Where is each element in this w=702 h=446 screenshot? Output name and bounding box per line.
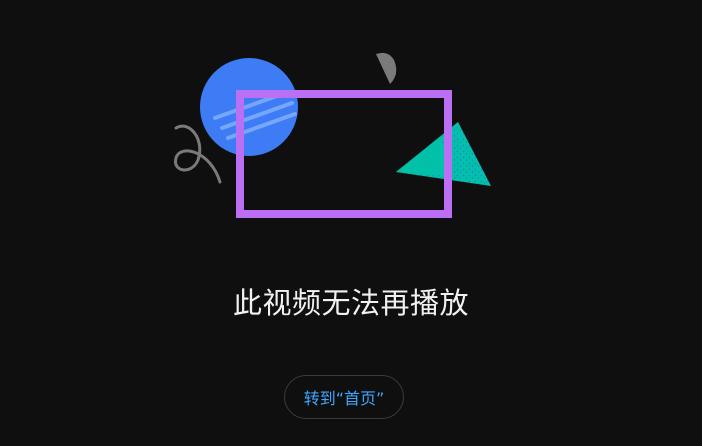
gray-half-circle-shape <box>376 52 397 84</box>
error-message: 此视频无法再播放 <box>232 286 469 320</box>
error-page: 此视频无法再播放 转到“首页” <box>0 0 702 446</box>
unavailable-video-illustration <box>174 52 491 218</box>
go-to-home-button[interactable]: 转到“首页” <box>284 375 404 419</box>
blue-circle-shape <box>200 58 298 156</box>
